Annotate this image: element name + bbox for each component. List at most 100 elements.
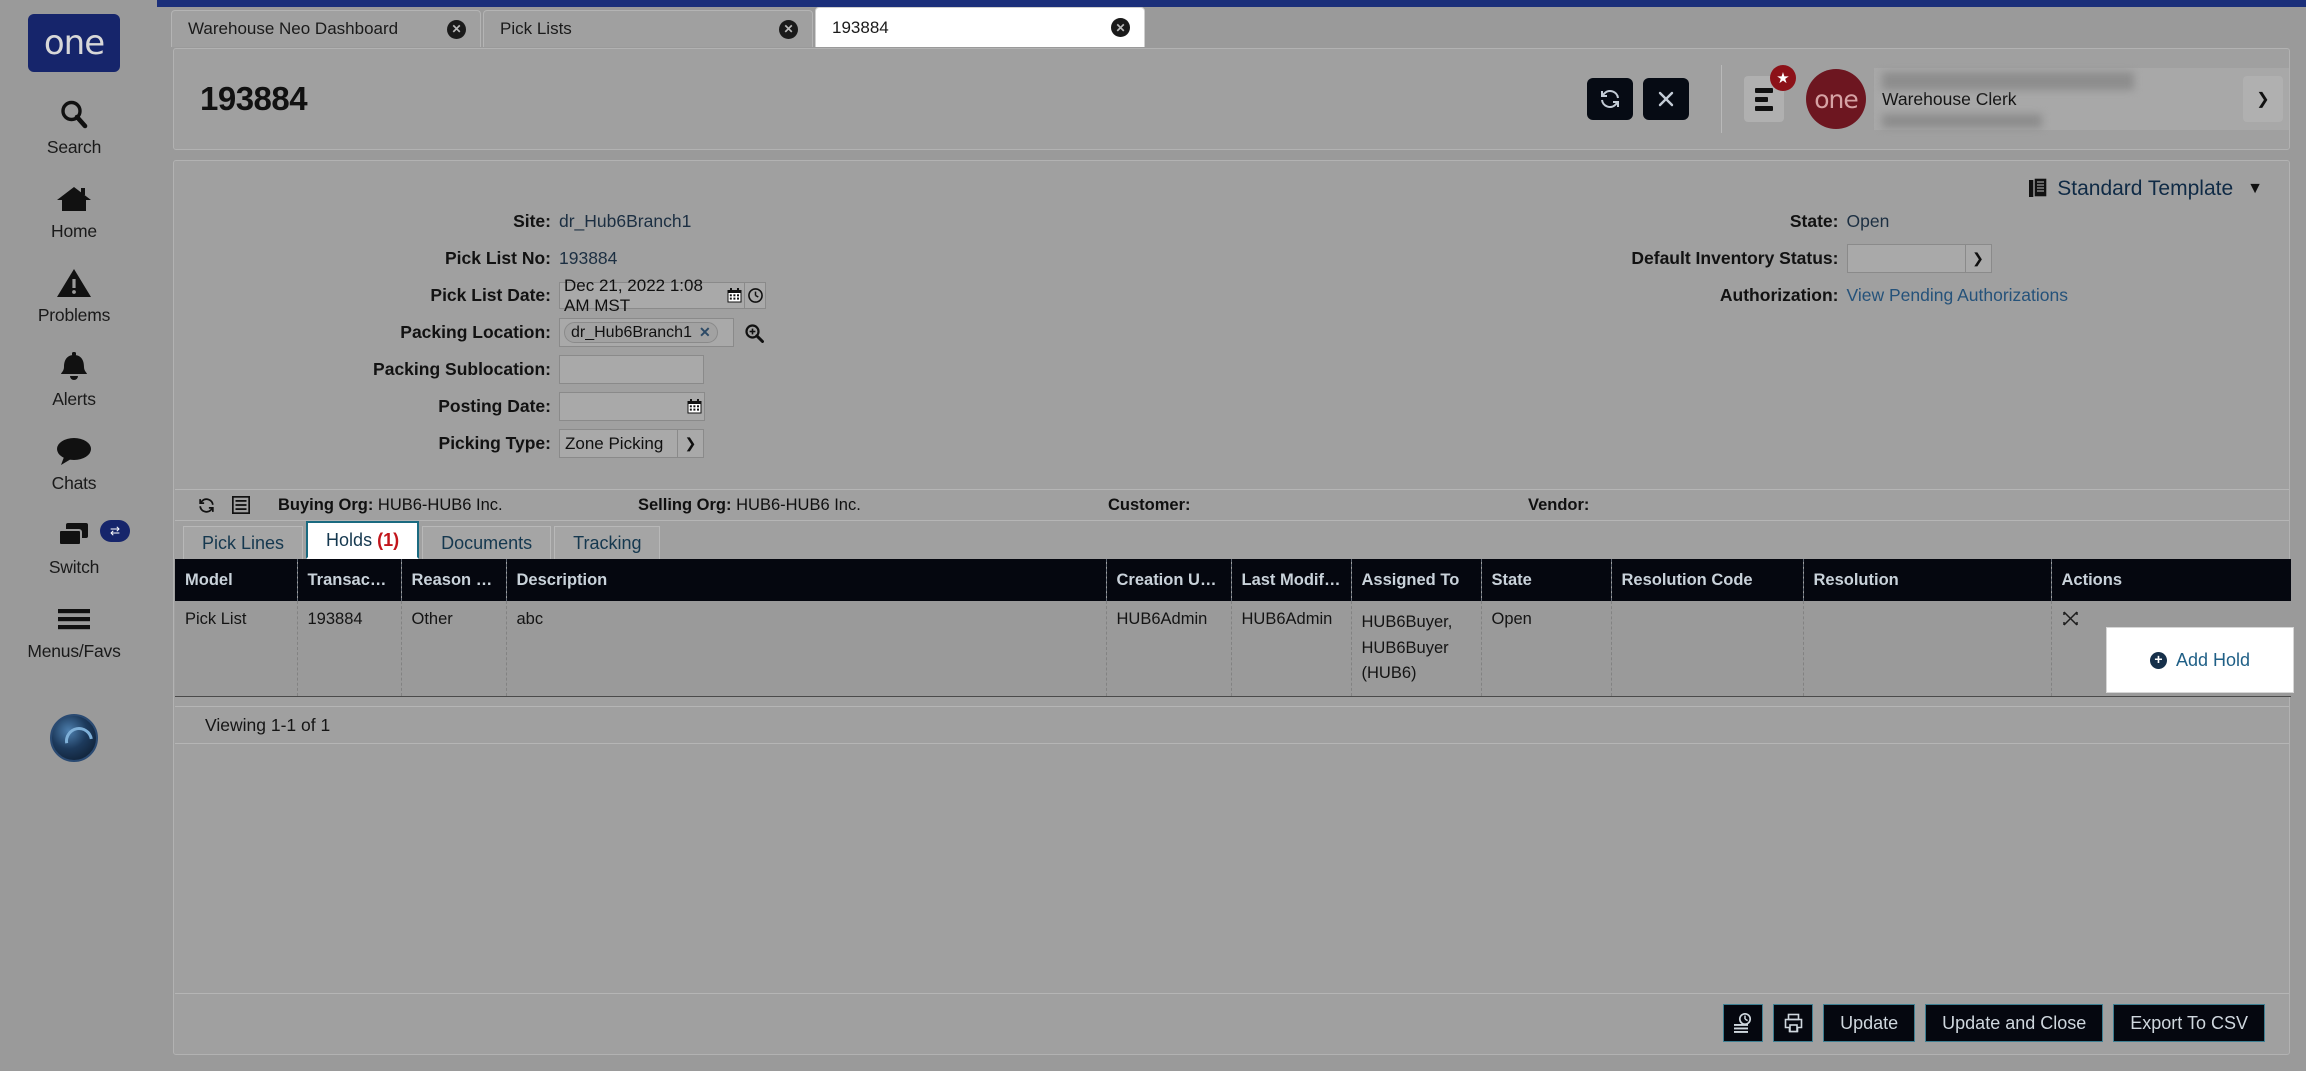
packing-sublocation-input[interactable] <box>559 355 704 384</box>
user-menu[interactable]: Warehouse Clerk ❯ <box>1874 68 2289 130</box>
cell-assigned-to: HUB6Buyer, HUB6Buyer (HUB6) <box>1351 601 1481 696</box>
col-state[interactable]: State <box>1481 559 1611 601</box>
col-description[interactable]: Description <box>506 559 1106 601</box>
close-page-button[interactable] <box>1643 78 1689 120</box>
field-label: Posting Date: <box>174 396 559 417</box>
col-resolution[interactable]: Resolution <box>1803 559 2051 601</box>
field-site: Site: dr_Hub6Branch1 <box>174 203 1232 240</box>
col-resolution-code[interactable]: Resolution Code <box>1611 559 1803 601</box>
app-logo[interactable]: one <box>28 14 120 72</box>
assigned-to-line-3: (HUB6) <box>1362 661 1471 687</box>
favorites-menu-button[interactable]: ★ <box>1744 76 1784 122</box>
tab-193884[interactable]: 193884 ✕ <box>815 7 1145 47</box>
holds-table: Model Transaction ... Reason Code Descri… <box>175 559 2291 697</box>
col-creation-user[interactable]: Creation User <box>1106 559 1231 601</box>
col-model[interactable]: Model <box>175 559 297 601</box>
detail-form: Site: dr_Hub6Branch1 Pick List No: 19388… <box>174 203 2289 462</box>
assigned-to-line-1: HUB6Buyer, <box>1362 610 1471 636</box>
tab-tracking[interactable]: Tracking <box>554 526 660 559</box>
close-icon[interactable]: ✕ <box>779 20 798 39</box>
default-inventory-status-select[interactable]: ❯ <box>1847 244 1992 273</box>
field-label: Packing Location: <box>174 322 559 343</box>
packing-location-input[interactable]: dr_Hub6Branch1 ✕ <box>559 318 734 347</box>
home-icon <box>55 178 93 220</box>
refresh-button[interactable] <box>1587 78 1633 120</box>
refresh-icon[interactable] <box>197 496 216 515</box>
export-to-csv-button[interactable]: Export To CSV <box>2113 1004 2265 1042</box>
picking-type-select[interactable]: Zone Picking ❯ <box>559 429 704 458</box>
switch-icon <box>54 514 94 556</box>
cell-resolution <box>1803 601 2051 696</box>
chevron-down-icon[interactable]: ❯ <box>2243 76 2283 122</box>
sidebar-item-chats[interactable]: Chats <box>0 430 148 494</box>
close-icon[interactable]: ✕ <box>1111 18 1130 37</box>
field-pick-list-date: Pick List Date: Dec 21, 2022 1:08 AM MST <box>174 277 1232 314</box>
add-hold-label: Add Hold <box>2176 650 2250 671</box>
user-org-redacted <box>1882 114 2042 128</box>
sidebar-item-problems[interactable]: Problems <box>0 262 148 326</box>
customer-label: Customer: <box>1108 496 1191 514</box>
posting-date-input[interactable] <box>559 392 684 421</box>
warning-triangle-icon <box>55 262 93 304</box>
col-assigned-to[interactable]: Assigned To <box>1351 559 1481 601</box>
sidebar-item-switch[interactable]: ⇄ Switch <box>0 514 148 578</box>
tab-bar: Warehouse Neo Dashboard ✕ Pick Lists ✕ 1… <box>157 7 2306 47</box>
close-icon[interactable]: ✕ <box>447 20 466 39</box>
table-header-row: Model Transaction ... Reason Code Descri… <box>175 559 2291 601</box>
col-reason-code[interactable]: Reason Code <box>401 559 506 601</box>
tab-documents[interactable]: Documents <box>422 526 551 559</box>
chevron-down-icon: ❯ <box>677 430 703 457</box>
col-last-modified[interactable]: Last Modifie... <box>1231 559 1351 601</box>
footer-action-bar: Update Update and Close Export To CSV <box>1713 1004 2265 1042</box>
tab-warehouse-neo-dashboard[interactable]: Warehouse Neo Dashboard ✕ <box>171 10 481 47</box>
field-picking-type: Picking Type: Zone Picking ❯ <box>174 425 1232 462</box>
tab-pick-lists[interactable]: Pick Lists ✕ <box>483 10 813 47</box>
remove-hold-icon[interactable] <box>2062 610 2282 627</box>
cell-creation-user: HUB6Admin <box>1106 601 1231 696</box>
tab-label: Tracking <box>573 533 641 554</box>
table-row[interactable]: Pick List 193884 Other abc HUB6Admin HUB… <box>175 601 2291 696</box>
chip-label: dr_Hub6Branch1 <box>571 324 692 342</box>
col-transaction[interactable]: Transaction ... <box>297 559 401 601</box>
update-button[interactable]: Update <box>1823 1004 1915 1042</box>
assistant-orb-icon[interactable] <box>50 714 98 762</box>
header-divider <box>1721 65 1722 133</box>
view-pending-authorizations-link[interactable]: View Pending Authorizations <box>1847 285 2069 306</box>
sidebar-item-alerts[interactable]: Alerts <box>0 346 148 410</box>
page-title: 193884 <box>200 80 307 118</box>
col-actions[interactable]: Actions <box>2051 559 2291 601</box>
clock-icon[interactable] <box>745 282 766 309</box>
field-value-pick-list-no: 193884 <box>559 248 617 269</box>
app-logo-text: one <box>44 23 104 63</box>
sidebar-item-menus-favs[interactable]: Menus/Favs <box>0 598 148 662</box>
close-x-icon[interactable]: ✕ <box>699 324 711 341</box>
update-and-close-button[interactable]: Update and Close <box>1925 1004 2103 1042</box>
vendor-cell: Vendor: <box>1528 496 1948 515</box>
list-view-icon[interactable] <box>232 496 250 514</box>
sidebar-label-switch: Switch <box>49 557 99 578</box>
magnifier-plus-icon[interactable] <box>744 323 764 343</box>
caret-down-icon[interactable]: ▼ <box>2247 180 2263 198</box>
calendar-icon[interactable] <box>724 282 745 309</box>
field-authorization: Authorization: View Pending Authorizatio… <box>1232 277 2290 314</box>
calendar-icon[interactable] <box>684 392 705 421</box>
sidebar-label-home: Home <box>51 221 97 242</box>
field-label: Pick List No: <box>174 248 559 269</box>
template-selector[interactable]: Standard Template ▼ <box>2029 177 2263 201</box>
holds-table-wrapper: Model Transaction ... Reason Code Descri… <box>175 559 2289 697</box>
history-button[interactable] <box>1723 1004 1763 1042</box>
plus-circle-icon: + <box>2150 652 2167 669</box>
swap-arrows-icon[interactable]: ⇄ <box>100 520 130 542</box>
tab-pick-lines[interactable]: Pick Lines <box>183 526 303 559</box>
selling-org-cell: Selling Org: HUB6-HUB6 Inc. <box>638 496 1108 515</box>
sidebar-label-chats: Chats <box>52 473 97 494</box>
sidebar-item-home[interactable]: Home <box>0 178 148 242</box>
vendor-label: Vendor: <box>1528 496 1589 514</box>
print-button[interactable] <box>1773 1004 1813 1042</box>
sidebar-item-search[interactable]: Search <box>0 94 148 158</box>
add-hold-button[interactable]: + Add Hold <box>2106 627 2294 693</box>
search-icon <box>57 94 91 136</box>
tab-holds[interactable]: Holds (1) <box>306 521 419 559</box>
pick-list-date-input[interactable]: Dec 21, 2022 1:08 AM MST <box>559 282 724 309</box>
tab-label: Documents <box>441 533 532 554</box>
